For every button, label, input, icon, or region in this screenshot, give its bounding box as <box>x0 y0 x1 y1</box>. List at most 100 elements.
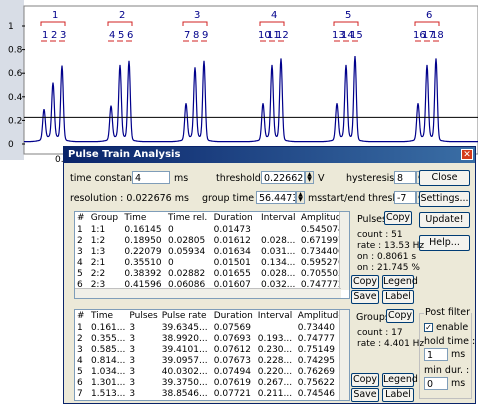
pulses-vertical-scrollbar[interactable] <box>339 212 349 290</box>
pulses-table-row[interactable]: 5 2:2 0.38392 0.02882 0.01655 0.028... 0.70550… <box>75 268 349 279</box>
groups-table-cell: 3 <box>129 377 136 388</box>
groups-table-cell: 0.07619 <box>213 377 251 388</box>
groups-rate: rate : 4.401 Hz <box>357 339 425 349</box>
groups-column-header[interactable]: Interval <box>256 310 296 322</box>
group-time-unit: ms <box>308 193 323 204</box>
groups-table-cell: 3 <box>129 388 136 399</box>
hold-time-field[interactable]: 1 <box>424 348 448 361</box>
groups-table-cell: 3 <box>129 322 136 333</box>
groups-column-header[interactable]: # <box>75 310 89 322</box>
pulses-table-cell: 1 <box>77 224 83 235</box>
groups-column-header[interactable]: Duration <box>212 310 256 322</box>
groups-table-cell: 4 <box>77 355 83 366</box>
pulses-save-button[interactable]: Save <box>351 290 379 304</box>
groups-grid: # Time Pulses Pulse rate Duration Interval Amp… <box>75 310 346 399</box>
threshold-unit: V <box>318 173 325 184</box>
pulses-table-cell: 0.38392 <box>124 268 162 279</box>
groups-count: count : 17 <box>357 328 403 338</box>
pulses-table-cell: 0.031... <box>261 246 296 257</box>
pulses-label-button[interactable]: Label <box>382 290 414 304</box>
pulse-number-label: 3 <box>60 30 66 41</box>
pulses-table-cell: 1:3 <box>90 246 106 257</box>
pulses-horizontal-scrollbar[interactable] <box>75 288 341 298</box>
groups-copy-button[interactable]: Copy <box>386 309 414 323</box>
min-dur-unit: ms <box>451 378 466 389</box>
settings-button[interactable]: Settings... <box>419 191 470 207</box>
groups-copy2-button[interactable]: Copy <box>351 373 379 387</box>
groups-table-row[interactable]: 4 0.814... 3 39.0957... 0.07673 0.228... 0.742… <box>75 355 346 366</box>
dialog-title: Pulse Train Analysis <box>68 149 181 160</box>
pulses-legend-button[interactable]: Legend <box>382 275 418 289</box>
pulse-number-label: 2 <box>51 30 57 41</box>
groups-table-cell: 3 <box>129 344 136 355</box>
groups-table-cell: 3 <box>129 333 136 344</box>
groups-heading: Groups <box>356 312 390 323</box>
groups-table-row[interactable]: 7 1.513... 3 38.8546... 0.07721 0.211... 0.745… <box>75 388 346 399</box>
groups-vertical-scrollbar[interactable] <box>339 310 349 400</box>
start-end-threshold-field[interactable]: -7 <box>394 191 416 204</box>
time-constant-unit: ms <box>174 173 189 184</box>
enable-checkbox[interactable]: ✓ <box>424 323 433 332</box>
groups-legend-button[interactable]: Legend <box>382 373 418 387</box>
pulses-column-header[interactable]: Interval <box>259 212 299 224</box>
pulses-column-header[interactable]: Group <box>89 212 123 224</box>
groups-table-cell: 0.07494 <box>213 366 251 377</box>
pulses-table-row[interactable]: 4 2:1 0.35510 0 0.01501 0.134... 0.595276 <box>75 257 349 268</box>
threshold-field[interactable]: 0.22662 <box>261 171 305 184</box>
groups-label-button[interactable]: Label <box>382 388 414 402</box>
group-time-field[interactable]: 56.4473 <box>256 191 296 204</box>
pulses-table-cell: 1:2 <box>90 235 106 246</box>
pulse-number-label: 5 <box>118 30 124 41</box>
pulses-column-header[interactable]: Time <box>122 212 166 224</box>
pulse-number-label: 15 <box>350 30 363 41</box>
group-number-label: 4 <box>271 10 277 21</box>
groups-table-cell: 1.513... <box>91 388 126 399</box>
post-filter-title: Post filter <box>424 307 471 318</box>
groups-column-header[interactable]: Pulse rate <box>160 310 212 322</box>
pulses-grid: # Group Time Time rel. Duration Interval Ampli… <box>75 212 349 290</box>
groups-table[interactable]: # Time Pulses Pulse rate Duration Interval Amp… <box>74 309 350 401</box>
groups-table-cell: 1.034... <box>91 366 126 377</box>
groups-table-cell: 3 <box>129 366 136 377</box>
pulse-number-label: 18 <box>431 30 444 41</box>
pulses-copy2-button[interactable]: Copy <box>351 275 379 289</box>
pulses-table-cell: 0.01634 <box>213 246 251 257</box>
pulses-column-header[interactable]: # <box>75 212 89 224</box>
groups-table-row[interactable]: 1 0.161... 3 39.6345... 0.07569 0.73440 <box>75 322 346 333</box>
help-button[interactable]: Help... <box>419 235 470 251</box>
min-dur-field[interactable]: 0 <box>424 377 448 390</box>
group-time-spinner[interactable]: ▲ ▼ <box>296 191 305 204</box>
pulses-table-row[interactable]: 2 1:2 0.18950 0.02805 0.01612 0.028... 0.67199… <box>75 235 349 246</box>
pulses-on-percent: on : 21.745 % <box>357 263 420 273</box>
pulses-table-row[interactable]: 1 1:1 0.16145 0 0.01473 0.545074 <box>75 224 349 235</box>
groups-table-row[interactable]: 6 1.301... 3 39.3750... 0.07619 0.267... 0.756… <box>75 377 346 388</box>
groups-save-button[interactable]: Save <box>351 388 379 402</box>
close-icon[interactable]: ✕ <box>461 149 473 160</box>
groups-column-header[interactable]: Time <box>89 310 127 322</box>
dialog-titlebar[interactable]: Pulse Train Analysis ✕ <box>64 147 475 163</box>
pulses-table-cell: 2 <box>77 235 83 246</box>
groups-table-cell <box>256 322 296 333</box>
groups-table-row[interactable]: 2 0.355... 3 38.9920... 0.07693 0.193... 0.747… <box>75 333 346 344</box>
update-button[interactable]: Update! <box>419 212 470 228</box>
pulses-copy-button[interactable]: Copy <box>384 211 412 225</box>
groups-column-header[interactable]: Pulses <box>127 310 159 322</box>
group-number-label: 6 <box>426 10 432 21</box>
pulses-column-header[interactable]: Time rel. <box>166 212 212 224</box>
close-button[interactable]: Close <box>419 170 470 186</box>
groups-table-cell: 0.230... <box>257 344 293 355</box>
pulses-column-header[interactable]: Duration <box>212 212 259 224</box>
groups-table-cell: 1 <box>77 322 83 333</box>
pulses-table-cell: 0.35510 <box>124 257 162 268</box>
time-constant-field[interactable]: 4 <box>132 171 170 184</box>
threshold-spinner[interactable]: ▲ ▼ <box>305 171 314 184</box>
pulse-number-label: 9 <box>202 30 208 41</box>
group-number-label: 2 <box>119 10 125 21</box>
pulse-train-analysis-dialog: Pulse Train Analysis ✕ time constant : 4… <box>63 146 476 404</box>
groups-table-row[interactable]: 3 0.585... 3 39.4101... 0.07612 0.230... 0.751… <box>75 344 346 355</box>
pulses-table[interactable]: # Group Time Time rel. Duration Interval Ampli… <box>74 211 350 299</box>
pulses-table-row[interactable]: 3 1:3 0.22079 0.05934 0.01634 0.031... 0.73440… <box>75 246 349 257</box>
groups-table-cell: 0.211... <box>257 388 293 399</box>
hysteresis-field[interactable]: 8 <box>394 171 416 184</box>
groups-table-row[interactable]: 5 1.034... 3 40.0302... 0.07494 0.220... 0.762… <box>75 366 346 377</box>
